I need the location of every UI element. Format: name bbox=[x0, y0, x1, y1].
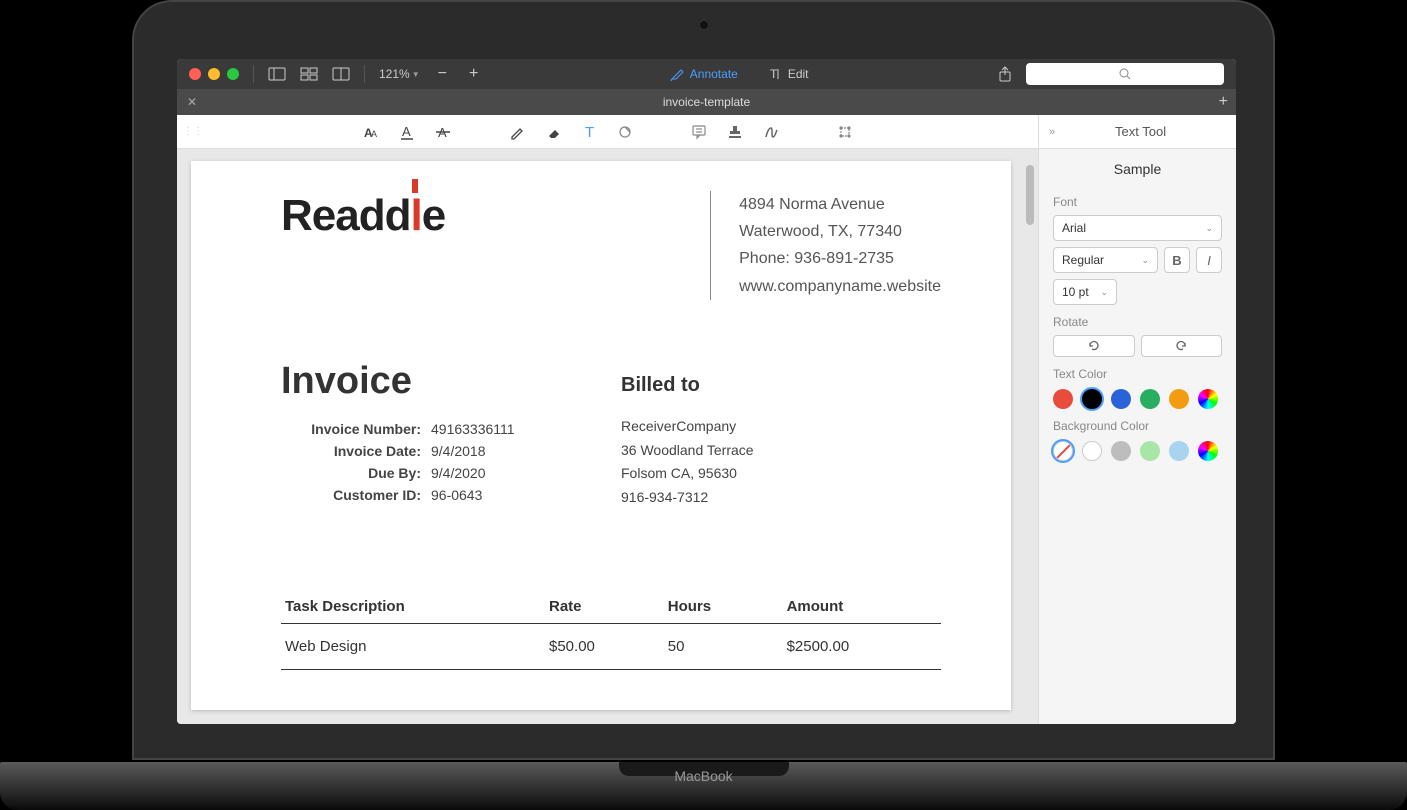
bold-button[interactable]: B bbox=[1164, 247, 1190, 273]
text-color-green[interactable] bbox=[1140, 389, 1160, 409]
pen-icon[interactable] bbox=[507, 122, 527, 142]
rotate-cw-button[interactable] bbox=[1141, 335, 1223, 357]
svg-text:A: A bbox=[371, 129, 377, 139]
company-info: 4894 Norma Avenue Waterwood, TX, 77340 P… bbox=[710, 191, 941, 300]
bg-color-white[interactable] bbox=[1082, 441, 1102, 461]
sample-preview: Sample bbox=[1053, 161, 1222, 177]
bg-color-gray[interactable] bbox=[1111, 441, 1131, 461]
edit-label: Edit bbox=[788, 67, 809, 81]
annotation-toolbar: ⋮⋮ AA A A T bbox=[177, 115, 1038, 149]
col-hours: Hours bbox=[664, 590, 783, 624]
document-page: Readdle 4894 Norma Avenue Waterwood, TX,… bbox=[191, 161, 1011, 710]
svg-text:A: A bbox=[402, 124, 411, 139]
billed-street: 36 Woodland Terrace bbox=[621, 439, 941, 463]
text-color-orange[interactable] bbox=[1169, 389, 1189, 409]
font-weight-select[interactable]: Regular⌄ bbox=[1053, 247, 1158, 273]
col-rate: Rate bbox=[545, 590, 664, 624]
italic-button[interactable]: I bbox=[1196, 247, 1222, 273]
stamp-icon[interactable] bbox=[725, 122, 745, 142]
document-canvas[interactable]: Readdle 4894 Norma Avenue Waterwood, TX,… bbox=[177, 149, 1038, 724]
company-logo: Readdle bbox=[281, 191, 445, 241]
due-by-label: Due By: bbox=[281, 465, 421, 481]
col-amount: Amount bbox=[783, 590, 941, 624]
font-section-label: Font bbox=[1053, 195, 1222, 209]
share-icon[interactable] bbox=[996, 67, 1014, 81]
company-address: 4894 Norma Avenue bbox=[739, 191, 941, 218]
customer-id-label: Customer ID: bbox=[281, 487, 421, 503]
zoom-in-button[interactable]: + bbox=[465, 65, 482, 83]
svg-text:T: T bbox=[770, 67, 778, 81]
search-input[interactable] bbox=[1026, 63, 1224, 85]
bg-color-custom[interactable] bbox=[1198, 441, 1218, 461]
inspector-title: Text Tool bbox=[1055, 124, 1226, 139]
tab-close-button[interactable]: ✕ bbox=[177, 95, 207, 109]
strikethrough-icon[interactable]: A bbox=[433, 122, 453, 142]
text-style-icon[interactable]: AA bbox=[361, 122, 381, 142]
company-phone: Phone: 936-891-2735 bbox=[739, 245, 941, 272]
underline-icon[interactable]: A bbox=[397, 122, 417, 142]
invoice-date-value: 9/4/2018 bbox=[431, 443, 561, 459]
rotate-ccw-button[interactable] bbox=[1053, 335, 1135, 357]
billed-phone: 916-934-7312 bbox=[621, 486, 941, 510]
tab-bar: ✕ invoice-template + bbox=[177, 89, 1236, 115]
grid-view-icon[interactable] bbox=[300, 67, 318, 81]
vertical-scrollbar[interactable] bbox=[1026, 165, 1034, 225]
inspector-panel: » Text Tool Sample Font Arial⌄ Regular⌄ … bbox=[1038, 115, 1236, 724]
note-icon[interactable] bbox=[689, 122, 709, 142]
company-website: www.companyname.website bbox=[739, 273, 941, 300]
billed-city: Folsom CA, 95630 bbox=[621, 462, 941, 486]
text-color-red[interactable] bbox=[1053, 389, 1073, 409]
zoom-dropdown[interactable]: 121%▼ bbox=[379, 67, 420, 81]
invoice-date-label: Invoice Date: bbox=[281, 443, 421, 459]
bg-color-green[interactable] bbox=[1140, 441, 1160, 461]
invoice-number-value: 49163336111 bbox=[431, 421, 561, 437]
toolbar-drag-handle[interactable]: ⋮⋮ bbox=[183, 126, 203, 137]
font-size-select[interactable]: 10 pt⌄ bbox=[1053, 279, 1117, 305]
svg-text:T: T bbox=[585, 124, 594, 140]
signature-icon[interactable] bbox=[761, 122, 781, 142]
customer-id-value: 96-0643 bbox=[431, 487, 561, 503]
zoom-value: 121% bbox=[379, 67, 410, 81]
annotate-mode-button[interactable]: Annotate bbox=[670, 67, 738, 81]
window-titlebar: 121%▼ − + Annotate T Edit bbox=[177, 59, 1236, 89]
tab-add-button[interactable]: + bbox=[1219, 93, 1228, 111]
billed-to-title: Billed to bbox=[621, 374, 941, 397]
annotate-label: Annotate bbox=[690, 67, 738, 81]
bg-color-label: Background Color bbox=[1053, 419, 1222, 433]
bg-color-none[interactable] bbox=[1053, 441, 1073, 461]
window-minimize-button[interactable] bbox=[208, 68, 220, 80]
shape-icon[interactable] bbox=[615, 122, 635, 142]
company-city: Waterwood, TX, 77340 bbox=[739, 218, 941, 245]
two-page-icon[interactable] bbox=[332, 67, 350, 81]
text-color-label: Text Color bbox=[1053, 367, 1222, 381]
table-row: Web Design $50.00 50 $2500.00 bbox=[281, 623, 941, 669]
invoice-title: Invoice bbox=[281, 360, 561, 403]
edit-mode-button[interactable]: T Edit bbox=[768, 67, 809, 81]
bg-color-swatches bbox=[1053, 441, 1222, 461]
tab-title: invoice-template bbox=[663, 95, 750, 109]
text-color-swatches bbox=[1053, 389, 1222, 409]
eraser-icon[interactable] bbox=[543, 122, 563, 142]
window-maximize-button[interactable] bbox=[227, 68, 239, 80]
invoice-number-label: Invoice Number: bbox=[281, 421, 421, 437]
rotate-section-label: Rotate bbox=[1053, 315, 1222, 329]
invoice-table: Task Description Rate Hours Amount Web D… bbox=[281, 590, 941, 670]
bg-color-blue[interactable] bbox=[1169, 441, 1189, 461]
col-task: Task Description bbox=[281, 590, 545, 624]
zoom-out-button[interactable]: − bbox=[434, 65, 451, 83]
laptop-camera bbox=[699, 20, 709, 30]
laptop-brand: MacBook bbox=[674, 768, 732, 784]
text-tool-icon[interactable]: T bbox=[579, 122, 599, 142]
text-color-blue[interactable] bbox=[1111, 389, 1131, 409]
billed-name: ReceiverCompany bbox=[621, 415, 941, 439]
text-color-black[interactable] bbox=[1082, 389, 1102, 409]
sidebar-toggle-icon[interactable] bbox=[268, 67, 286, 81]
font-family-select[interactable]: Arial⌄ bbox=[1053, 215, 1222, 241]
due-by-value: 9/4/2020 bbox=[431, 465, 561, 481]
window-close-button[interactable] bbox=[189, 68, 201, 80]
text-color-custom[interactable] bbox=[1198, 389, 1218, 409]
crop-icon[interactable] bbox=[835, 122, 855, 142]
